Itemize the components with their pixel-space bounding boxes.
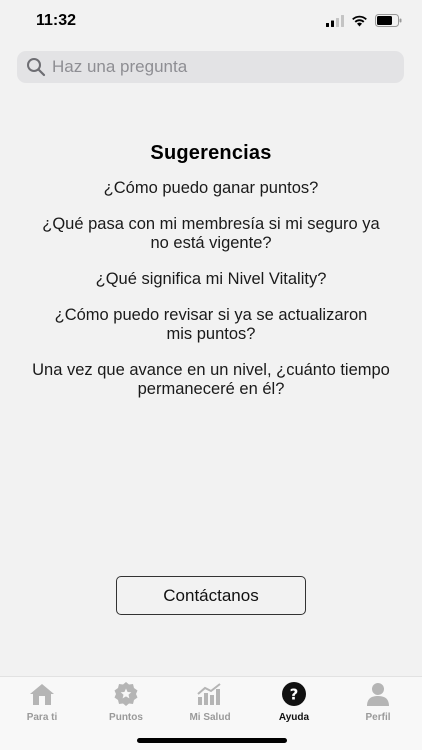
tab-puntos[interactable]: Puntos xyxy=(84,681,168,727)
status-icons xyxy=(326,14,402,27)
suggestion-item[interactable]: ¿Cómo puedo ganar puntos? xyxy=(41,179,381,198)
suggestions-title: Sugerencias xyxy=(150,142,272,164)
tab-ayuda[interactable]: ? Ayuda xyxy=(252,681,336,727)
tab-perfil[interactable]: Perfil xyxy=(336,681,420,727)
wifi-icon xyxy=(352,15,367,26)
health-chart-icon xyxy=(196,681,224,707)
signal-icon xyxy=(326,14,344,27)
tab-mi-salud[interactable]: Mi Salud xyxy=(168,681,252,727)
tab-para-ti[interactable]: Para ti xyxy=(0,681,84,727)
suggestion-item[interactable]: ¿Qué significa mi Nivel Vitality? xyxy=(41,270,381,289)
profile-icon xyxy=(364,681,392,707)
status-bar: 11:32 xyxy=(0,0,422,44)
search-bar[interactable] xyxy=(17,51,404,83)
points-badge-icon xyxy=(112,681,140,707)
help-icon: ? xyxy=(280,681,308,707)
search-input[interactable] xyxy=(52,57,382,77)
status-time: 11:32 xyxy=(36,12,77,29)
search-icon xyxy=(26,57,46,77)
suggestion-item[interactable]: Una vez que avance en un nivel, ¿cuánto … xyxy=(31,361,391,399)
home-icon xyxy=(28,681,56,707)
tab-label: Puntos xyxy=(109,712,143,723)
suggestion-item[interactable]: ¿Qué pasa con mi membresía si mi seguro … xyxy=(41,215,381,253)
suggestion-item[interactable]: ¿Cómo puedo revisar si ya se actualizaro… xyxy=(41,306,381,344)
battery-icon xyxy=(375,14,402,27)
suggestions-section: Sugerencias ¿Cómo puedo ganar puntos? ¿Q… xyxy=(0,142,422,416)
tab-label: Perfil xyxy=(365,712,391,723)
contact-button[interactable]: Contáctanos xyxy=(116,576,306,615)
home-indicator xyxy=(137,738,287,743)
svg-text:?: ? xyxy=(290,686,299,704)
tab-label: Para ti xyxy=(26,712,58,723)
tab-label: Ayuda xyxy=(278,712,310,723)
tab-label: Mi Salud xyxy=(189,712,231,723)
